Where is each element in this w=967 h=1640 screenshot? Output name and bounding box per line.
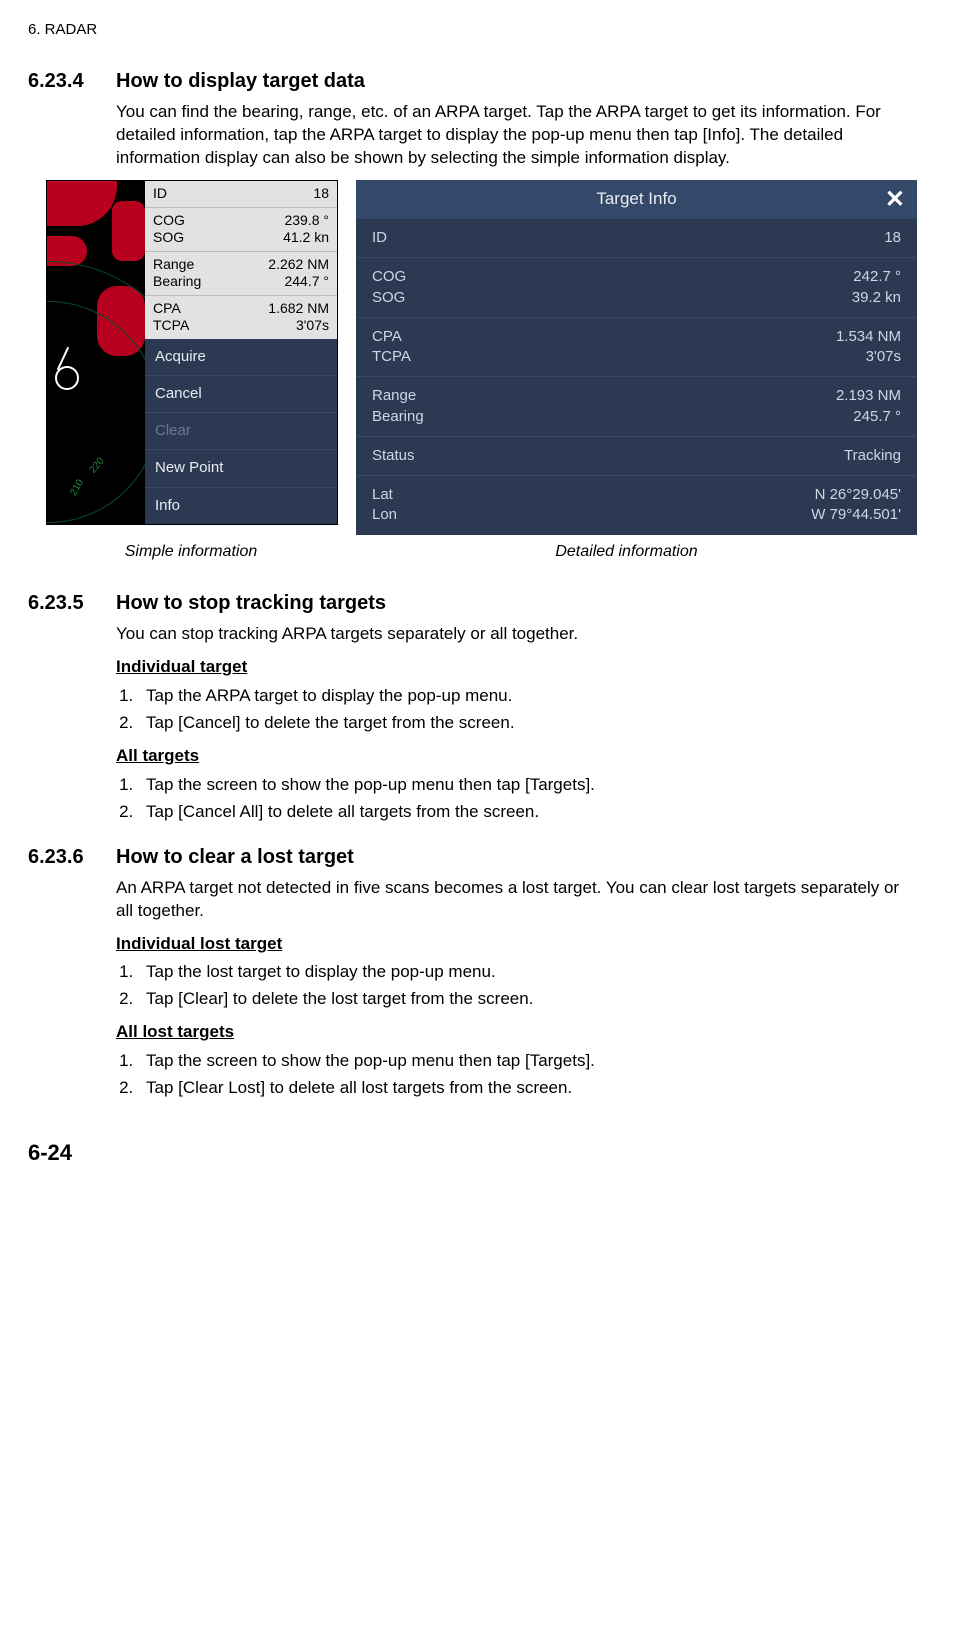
value-cpa: 1.682 NM: [268, 300, 329, 318]
step-item: Tap [Cancel] to delete the target from t…: [138, 712, 917, 735]
steps-list: Tap the lost target to display the pop-u…: [116, 961, 917, 1011]
page-header: 6. RADAR: [28, 20, 917, 40]
steps-list: Tap the screen to show the pop-up menu t…: [116, 774, 917, 824]
detail-value-lat: N 26°29.045': [815, 485, 901, 505]
label-id: ID: [153, 185, 167, 203]
page-number: 6-24: [28, 1138, 917, 1168]
radar-background: 210 220: [47, 181, 145, 524]
detail-value-range: 2.193 NM: [836, 386, 901, 406]
figure-simple-info: 210 220 ID 18 COG 239.8 ° SOG 41.2 kn Range…: [46, 180, 338, 525]
subheading-all-lost: All lost targets: [116, 1021, 917, 1044]
detail-value-bearing: 245.7 °: [853, 407, 901, 427]
section-number: 6.23.6: [28, 844, 116, 871]
simple-info-box: ID 18 COG 239.8 ° SOG 41.2 kn Range 2.262 NM…: [145, 181, 337, 339]
label-range: Range: [153, 256, 194, 274]
label-sog: SOG: [153, 229, 184, 247]
value-id: 18: [313, 185, 329, 203]
menu-item-clear: Clear: [145, 413, 337, 450]
label-cpa: CPA: [153, 300, 181, 318]
detail-label-status: Status: [372, 446, 415, 466]
subheading-individual-lost: Individual lost target: [116, 933, 917, 956]
value-sog: 41.2 kn: [283, 229, 329, 247]
value-bearing: 244.7 °: [284, 273, 329, 291]
body-text: An ARPA target not detected in five scan…: [116, 877, 917, 923]
section-number: 6.23.5: [28, 590, 116, 617]
detail-value-status: Tracking: [844, 446, 901, 466]
section-heading-6-23-5: 6.23.5How to stop tracking targets: [28, 590, 917, 617]
detail-value-lon: W 79°44.501': [811, 505, 901, 525]
step-item: Tap the lost target to display the pop-u…: [138, 961, 917, 984]
detail-value-tcpa: 3'07s: [866, 347, 901, 367]
figure-detailed-info: Target Info ✕ ID 18 COG 242.7 ° SOG 39.2 kn…: [356, 180, 917, 534]
detail-label-tcpa: TCPA: [372, 347, 411, 367]
label-tcpa: TCPA: [153, 317, 189, 335]
value-tcpa: 3'07s: [296, 317, 329, 335]
detail-title-bar: Target Info ✕: [356, 180, 917, 219]
detail-label-range: Range: [372, 386, 416, 406]
step-item: Tap the ARPA target to display the pop-u…: [138, 685, 917, 708]
subheading-all-targets: All targets: [116, 745, 917, 768]
detail-label-lon: Lon: [372, 505, 397, 525]
detail-label-cpa: CPA: [372, 327, 402, 347]
menu-item-cancel[interactable]: Cancel: [145, 376, 337, 413]
step-item: Tap the screen to show the pop-up menu t…: [138, 774, 917, 797]
caption-detailed: Detailed information: [336, 541, 917, 563]
detail-value-id: 18: [884, 228, 901, 248]
subheading-individual-target: Individual target: [116, 656, 917, 679]
steps-list: Tap the screen to show the pop-up menu t…: [116, 1050, 917, 1100]
body-text: You can find the bearing, range, etc. of…: [116, 101, 917, 170]
section-heading-6-23-6: 6.23.6How to clear a lost target: [28, 844, 917, 871]
value-cog: 239.8 °: [284, 212, 329, 230]
popup-menu: Acquire Cancel Clear New Point Info: [145, 339, 337, 524]
label-bearing: Bearing: [153, 273, 201, 291]
label-cog: COG: [153, 212, 185, 230]
menu-item-acquire[interactable]: Acquire: [145, 339, 337, 376]
detail-label-sog: SOG: [372, 288, 405, 308]
step-item: Tap the screen to show the pop-up menu t…: [138, 1050, 917, 1073]
value-range: 2.262 NM: [268, 256, 329, 274]
detail-label-id: ID: [372, 228, 387, 248]
body-text: You can stop tracking ARPA targets separ…: [116, 623, 917, 646]
menu-item-info[interactable]: Info: [145, 488, 337, 524]
detail-label-bearing: Bearing: [372, 407, 424, 427]
section-heading-6-23-4: 6.23.4How to display target data: [28, 68, 917, 95]
detail-label-cog: COG: [372, 267, 406, 287]
step-item: Tap [Clear] to delete the lost target fr…: [138, 988, 917, 1011]
steps-list: Tap the ARPA target to display the pop-u…: [116, 685, 917, 735]
detail-value-sog: 39.2 kn: [852, 288, 901, 308]
detail-title-text: Target Info: [596, 189, 676, 208]
section-title: How to stop tracking targets: [116, 592, 386, 614]
step-item: Tap [Clear Lost] to delete all lost targ…: [138, 1077, 917, 1100]
section-number: 6.23.4: [28, 68, 116, 95]
step-item: Tap [Cancel All] to delete all targets f…: [138, 801, 917, 824]
detail-label-lat: Lat: [372, 485, 393, 505]
detail-value-cpa: 1.534 NM: [836, 327, 901, 347]
detail-value-cog: 242.7 °: [853, 267, 901, 287]
section-title: How to display target data: [116, 70, 365, 92]
section-title: How to clear a lost target: [116, 846, 354, 868]
caption-simple: Simple information: [46, 541, 336, 563]
close-icon[interactable]: ✕: [885, 188, 905, 212]
menu-item-new-point[interactable]: New Point: [145, 450, 337, 487]
